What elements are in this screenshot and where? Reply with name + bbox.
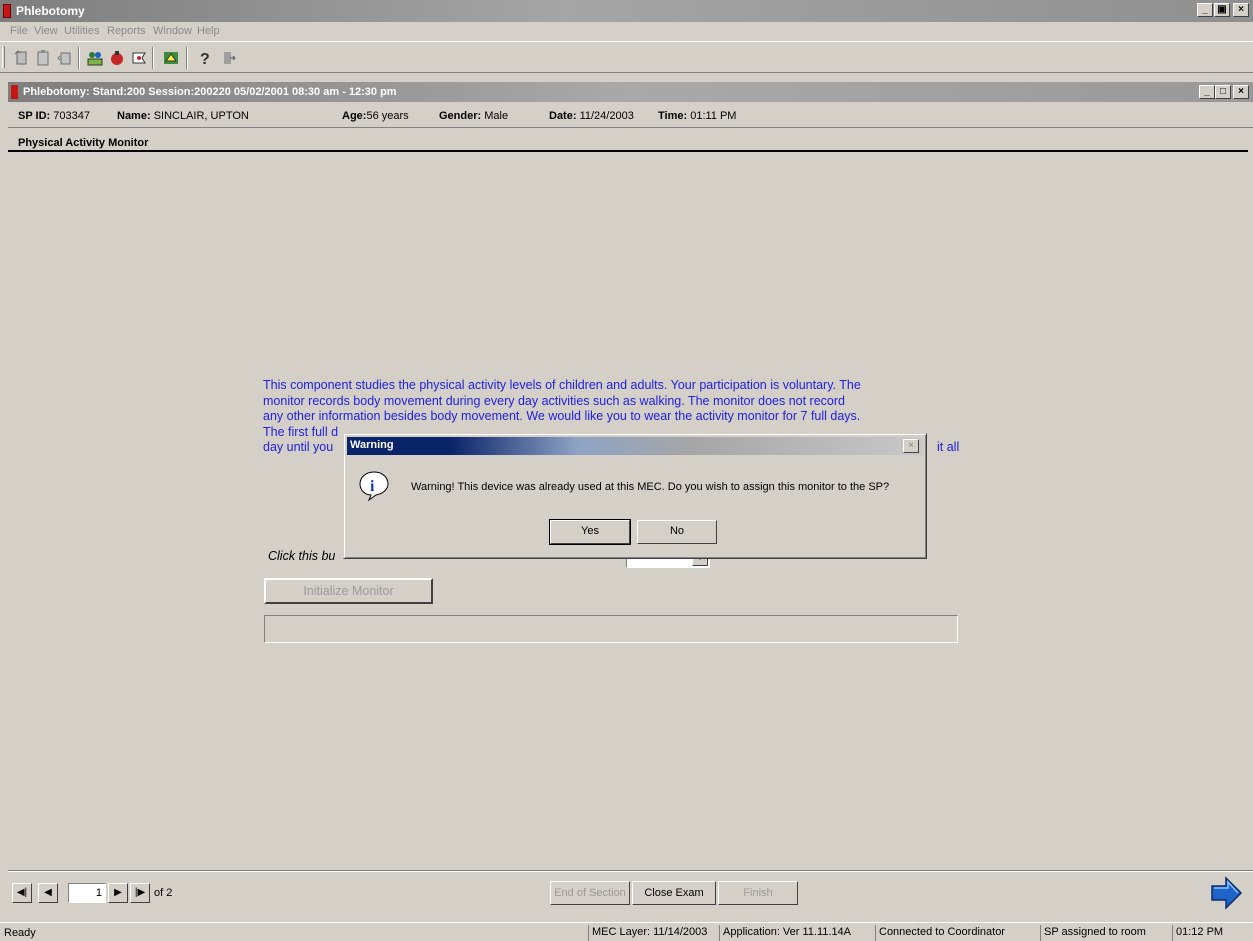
yes-button[interactable]: Yes: [549, 519, 631, 545]
sp-id-value: 703347: [53, 110, 90, 122]
toolbar-separator: [186, 47, 188, 69]
settings-icon[interactable]: [162, 49, 180, 67]
next-page-button[interactable]: ▶: [108, 883, 128, 903]
app-title: Phlebotomy: [16, 4, 85, 18]
close-button[interactable]: ×: [1233, 3, 1249, 17]
footer-divider: [8, 870, 1253, 872]
warning-dialog: Warning × i Warning! This device was alr…: [343, 433, 927, 559]
toolbar: ?: [0, 41, 1253, 73]
date-label: Date:: [549, 110, 577, 122]
svg-text:?: ?: [200, 51, 210, 67]
child-window-title-bar: Phlebotomy: Stand:200 Session:200220 05/…: [8, 82, 1253, 102]
new-record-icon[interactable]: [12, 49, 30, 67]
dialog-title-bar: Warning ×: [347, 437, 923, 455]
monitor-status-field[interactable]: [264, 615, 958, 643]
toolbar-separator: [78, 47, 80, 69]
date-value: 11/24/2003: [579, 110, 634, 122]
sp-info-bar: SP ID: 703347 Name: SINCLAIR, UPTON Age:…: [8, 104, 1253, 128]
status-clock: 01:12 PM: [1172, 925, 1250, 941]
status-connection: Connected to Coordinator: [875, 925, 1030, 941]
consent-line: any other information besides body movem…: [263, 409, 861, 424]
last-page-button[interactable]: |▶: [130, 883, 150, 903]
age-label: Age:: [342, 110, 367, 122]
page-number-field[interactable]: 1: [68, 883, 106, 903]
help-icon[interactable]: ?: [196, 49, 214, 67]
gender-label: Gender:: [439, 110, 482, 122]
menu-utilities[interactable]: Utilities: [64, 25, 99, 37]
next-arrow-icon[interactable]: [1206, 873, 1246, 913]
toolbar-grip: [2, 46, 5, 68]
participants-icon[interactable]: [86, 49, 104, 67]
exit-icon[interactable]: [220, 49, 238, 67]
status-mec-layer: MEC Layer: 11/14/2003: [588, 925, 719, 941]
menu-reports[interactable]: Reports: [107, 25, 146, 37]
age-value: 56 years: [366, 110, 409, 122]
section-title: Physical Activity Monitor: [18, 137, 149, 149]
app-icon: [3, 4, 11, 18]
clipboard-icon[interactable]: [34, 49, 52, 67]
page-count-label: of 2: [154, 887, 173, 899]
previous-page-button[interactable]: ◀: [38, 883, 58, 903]
restore-button[interactable]: ▣: [1214, 3, 1230, 17]
sp-id-label: SP ID:: [18, 110, 51, 122]
initialize-instruction-label: Click this bu: [268, 549, 336, 563]
info-icon: i: [359, 471, 389, 502]
dialog-title: Warning: [350, 439, 394, 451]
blood-drop-icon[interactable]: [108, 49, 126, 67]
no-button[interactable]: No: [637, 520, 717, 544]
name-label: Name:: [117, 110, 151, 122]
child-window-icon: [11, 85, 18, 99]
finish-button[interactable]: Finish: [718, 881, 798, 905]
flag-icon[interactable]: [130, 49, 148, 67]
name-value: SINCLAIR, UPTON: [153, 110, 249, 122]
consent-line-fragment: it all: [937, 440, 960, 454]
menu-help[interactable]: Help: [197, 25, 220, 37]
time-value: 01:11 PM: [690, 110, 737, 122]
status-bar: Ready MEC Layer: 11/14/2003 Application:…: [0, 922, 1253, 941]
dialog-close-button[interactable]: ×: [903, 439, 919, 453]
status-assignment: SP assigned to room: [1040, 925, 1165, 941]
consent-line: monitor records body movement during eve…: [263, 393, 845, 408]
dialog-message: Warning! This device was already used at…: [411, 481, 890, 493]
status-ready: Ready: [4, 927, 36, 939]
initialize-monitor-button[interactable]: Initialize Monitor: [264, 578, 433, 604]
toolbar-separator: [152, 47, 154, 69]
first-page-button[interactable]: ◀|: [12, 883, 32, 903]
menu-window[interactable]: Window: [153, 25, 192, 37]
end-of-section-button[interactable]: End of Section: [550, 881, 630, 905]
section-divider: [8, 150, 1248, 152]
svg-text:i: i: [370, 478, 375, 495]
child-maximize-button[interactable]: □: [1215, 85, 1231, 99]
close-exam-button[interactable]: Close Exam: [632, 881, 716, 905]
child-minimize-button[interactable]: _: [1199, 85, 1215, 99]
menu-bar: File View Utilities Reports Window Help: [0, 22, 1253, 40]
menu-view[interactable]: View: [34, 25, 58, 37]
child-close-button[interactable]: ×: [1233, 85, 1249, 99]
time-label: Time:: [658, 110, 688, 122]
consent-line: This component studies the physical acti…: [263, 378, 861, 392]
app-title-bar: Phlebotomy _ ▣ ×: [0, 0, 1253, 22]
document-icon[interactable]: [56, 49, 74, 67]
minimize-button[interactable]: _: [1197, 3, 1213, 17]
menu-file[interactable]: File: [10, 25, 28, 37]
gender-value: Male: [484, 110, 509, 122]
status-application-version: Application: Ver 11.11.14A: [719, 925, 869, 941]
child-window-title: Phlebotomy: Stand:200 Session:200220 05/…: [23, 86, 397, 98]
